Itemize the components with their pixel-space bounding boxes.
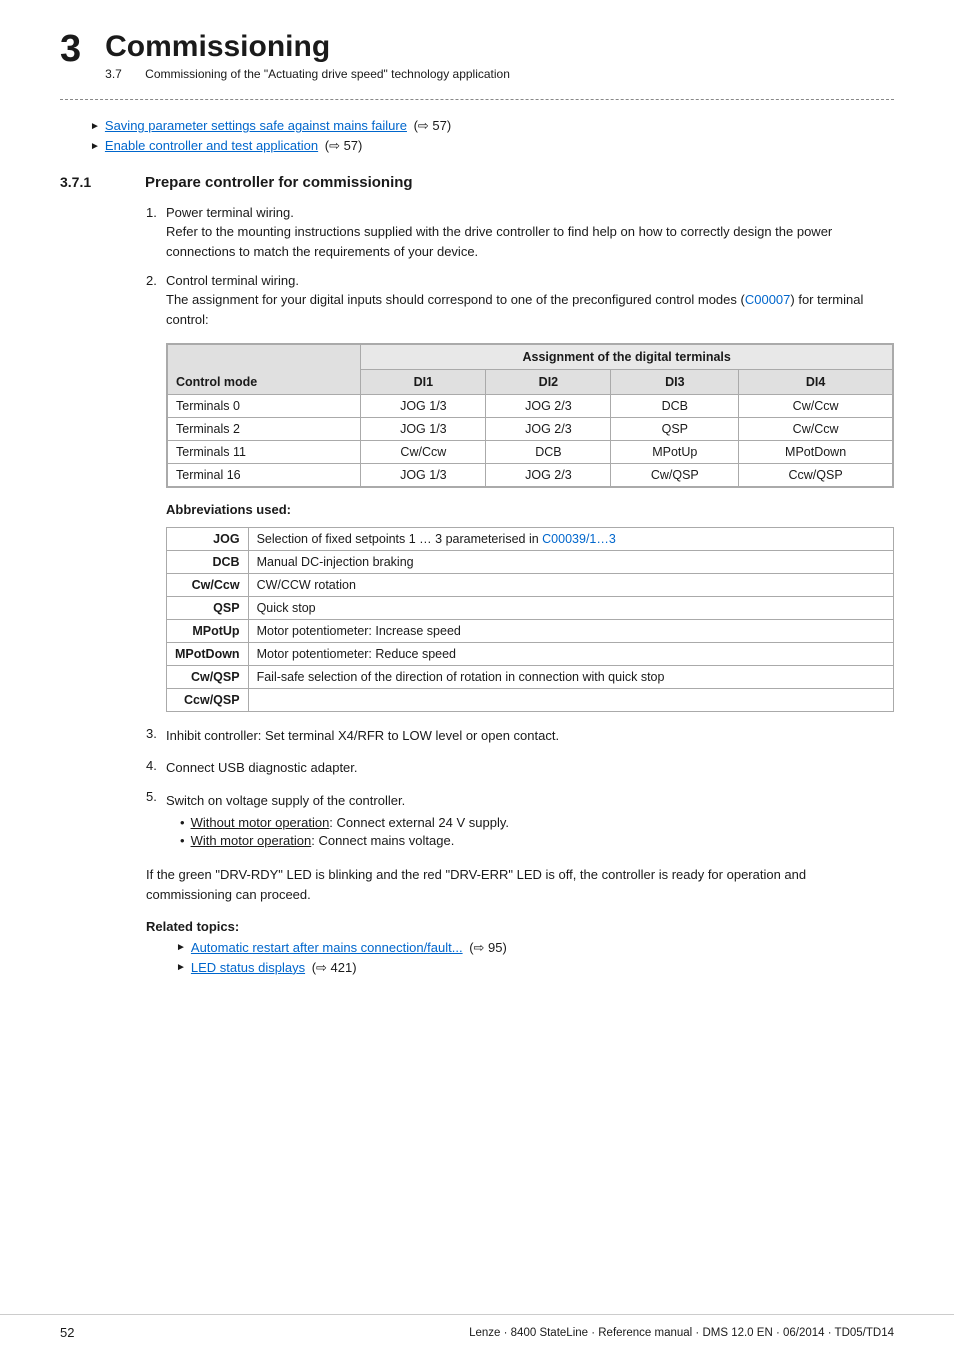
section-number: 3.7.1 bbox=[60, 174, 115, 190]
arrow-icon: ► bbox=[176, 962, 186, 973]
c00039-link[interactable]: C00039/1…3 bbox=[542, 532, 616, 546]
bullet-icon: • bbox=[180, 833, 185, 848]
table-row: DCB Manual DC-injection braking bbox=[167, 551, 894, 574]
table-row: QSP Quick stop bbox=[167, 597, 894, 620]
chapter-number: 3 bbox=[60, 30, 81, 68]
page-footer: 52 Lenze · 8400 StateLine · Reference ma… bbox=[0, 1314, 954, 1350]
bullet-label: Without motor operation bbox=[191, 815, 330, 830]
step-number: 4. bbox=[146, 758, 166, 773]
list-item: • With motor operation: Connect mains vo… bbox=[166, 833, 894, 848]
c00007-link[interactable]: C00007 bbox=[745, 292, 791, 307]
list-item: ► Saving parameter settings safe against… bbox=[90, 118, 894, 134]
enable-controller-link[interactable]: Enable controller and test application bbox=[105, 138, 318, 153]
auto-restart-link[interactable]: Automatic restart after mains connection… bbox=[191, 940, 463, 955]
bullet-text: : Connect mains voltage. bbox=[311, 833, 454, 848]
bullet-list: • Without motor operation: Connect exter… bbox=[166, 815, 894, 848]
page-number: 52 bbox=[60, 1325, 74, 1340]
table-row: Cw/Ccw CW/CCW rotation bbox=[167, 574, 894, 597]
page-header: 3 Commissioning 3.7 Commissioning of the… bbox=[60, 30, 894, 81]
steps-list: 1. Power terminal wiring. Refer to the m… bbox=[146, 205, 894, 329]
table-row: Terminals 2 JOG 1/3 JOG 2/3 QSP Cw/Ccw bbox=[168, 418, 893, 441]
span-header: Assignment of the digital terminals bbox=[361, 345, 893, 370]
step-number: 3. bbox=[146, 726, 166, 741]
link-ref: (⇨ 421) bbox=[312, 960, 357, 975]
step-desc: Refer to the mounting instructions suppl… bbox=[166, 222, 894, 261]
steps-continued-list: 3. Inhibit controller: Set terminal X4/R… bbox=[146, 726, 894, 851]
step-number: 2. bbox=[146, 273, 166, 288]
step-number: 5. bbox=[146, 789, 166, 804]
step-desc: Connect USB diagnostic adapter. bbox=[166, 760, 358, 775]
section-heading: 3.7.1 Prepare controller for commissioni… bbox=[60, 174, 894, 191]
list-item: ► Enable controller and test application… bbox=[90, 138, 894, 154]
table-row: Ccw/QSP bbox=[167, 689, 894, 712]
step-number: 1. bbox=[146, 205, 166, 220]
link-ref: (⇨ 57) bbox=[325, 138, 363, 153]
related-links: ► Automatic restart after mains connecti… bbox=[176, 940, 894, 976]
chapter-subtitle: 3.7 Commissioning of the "Actuating driv… bbox=[105, 67, 510, 81]
table-row: Terminal 16 JOG 1/3 JOG 2/3 Cw/QSP Ccw/Q… bbox=[168, 464, 893, 487]
link-ref: (⇨ 57) bbox=[414, 118, 452, 133]
table-row: Terminals 11 Cw/Ccw DCB MPotUp MPotDown bbox=[168, 441, 893, 464]
section-content: 1. Power terminal wiring. Refer to the m… bbox=[146, 205, 894, 976]
step-title: Control terminal wiring. bbox=[166, 273, 299, 288]
link-ref: (⇨ 95) bbox=[469, 940, 507, 955]
table-row: MPotUp Motor potentiometer: Increase spe… bbox=[167, 620, 894, 643]
list-item: ► Automatic restart after mains connecti… bbox=[176, 940, 894, 956]
list-item: 2. Control terminal wiring. The assignme… bbox=[146, 273, 894, 329]
chapter-title: Commissioning bbox=[105, 30, 510, 63]
col-header-di1: DI1 bbox=[361, 370, 486, 395]
step-title: Power terminal wiring. bbox=[166, 205, 294, 220]
arrow-icon: ► bbox=[90, 141, 100, 152]
abbrev-table: JOG Selection of fixed setpoints 1 … 3 p… bbox=[166, 527, 894, 712]
arrow-icon: ► bbox=[176, 942, 186, 953]
list-item: 1. Power terminal wiring. Refer to the m… bbox=[146, 205, 894, 261]
info-paragraph: If the green "DRV-RDY" LED is blinking a… bbox=[146, 865, 894, 905]
list-item: • Without motor operation: Connect exter… bbox=[166, 815, 894, 830]
step-desc: The assignment for your digital inputs s… bbox=[166, 290, 894, 329]
related-topics-heading: Related topics: bbox=[146, 919, 894, 934]
list-item: 3. Inhibit controller: Set terminal X4/R… bbox=[146, 726, 894, 746]
doc-info: Lenze · 8400 StateLine · Reference manua… bbox=[469, 1327, 894, 1339]
section-divider bbox=[60, 99, 894, 100]
section-title: Prepare controller for commissioning bbox=[145, 174, 413, 191]
step-desc: Inhibit controller: Set terminal X4/RFR … bbox=[166, 728, 559, 743]
col-header-di4: DI4 bbox=[739, 370, 893, 395]
table-row: Cw/QSP Fail-safe selection of the direct… bbox=[167, 666, 894, 689]
list-item: ► LED status displays (⇨ 421) bbox=[176, 960, 894, 976]
arrow-icon: ► bbox=[90, 121, 100, 132]
list-item: 4. Connect USB diagnostic adapter. bbox=[146, 758, 894, 778]
intro-links: ► Saving parameter settings safe against… bbox=[90, 118, 894, 154]
table-row: MPotDown Motor potentiometer: Reduce spe… bbox=[167, 643, 894, 666]
col-header-di2: DI2 bbox=[486, 370, 611, 395]
di-assignment-table: Control mode Assignment of the digital t… bbox=[166, 343, 894, 488]
abbrev-heading: Abbreviations used: bbox=[166, 502, 894, 517]
step-desc: Switch on voltage supply of the controll… bbox=[166, 791, 894, 811]
col-header-di3: DI3 bbox=[611, 370, 739, 395]
table-row: Terminals 0 JOG 1/3 JOG 2/3 DCB Cw/Ccw bbox=[168, 395, 893, 418]
table-row: JOG Selection of fixed setpoints 1 … 3 p… bbox=[167, 528, 894, 551]
bullet-label: With motor operation bbox=[191, 833, 312, 848]
col-header-control-mode: Control mode bbox=[168, 345, 361, 395]
bullet-icon: • bbox=[180, 815, 185, 830]
saving-params-link[interactable]: Saving parameter settings safe against m… bbox=[105, 118, 407, 133]
led-status-link[interactable]: LED status displays bbox=[191, 960, 305, 975]
list-item: 5. Switch on voltage supply of the contr… bbox=[146, 789, 894, 851]
bullet-text: : Connect external 24 V supply. bbox=[329, 815, 509, 830]
